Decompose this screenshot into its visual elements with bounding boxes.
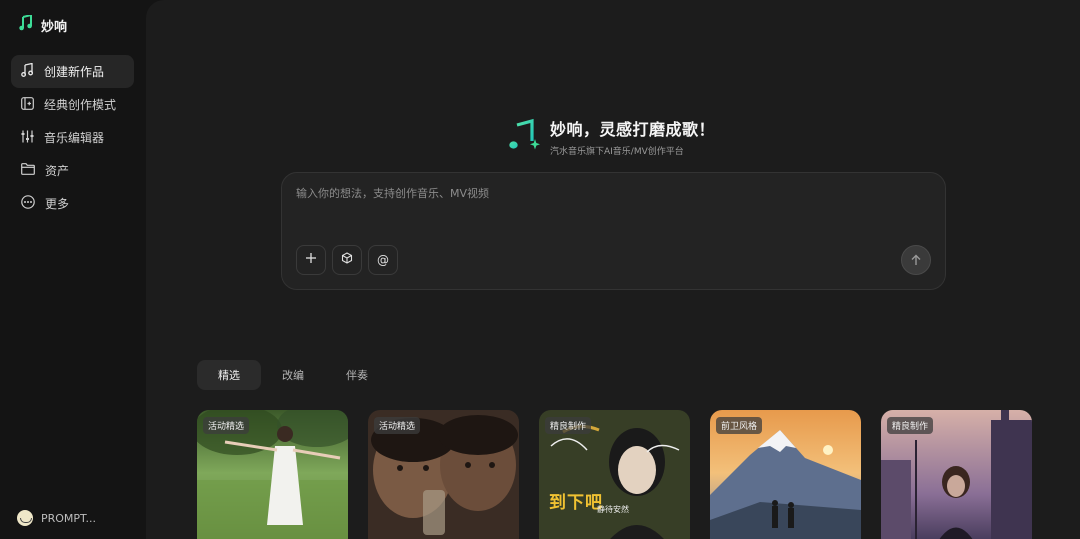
- sidebar-item-label: 更多: [45, 197, 70, 211]
- add-button[interactable]: [296, 245, 326, 275]
- poster-subtitle: 静待安然: [597, 505, 629, 514]
- mention-button[interactable]: @: [368, 245, 398, 275]
- template-card[interactable]: 活动精选: [197, 410, 348, 539]
- sidebar: 妙响 创建新作品 经典创作模式 音乐编辑器 资产 更多 PROMPT...: [0, 0, 146, 539]
- folder-icon: [21, 163, 35, 178]
- hero-subtitle: 汽水音乐旗下AI音乐/MV创作平台: [550, 147, 684, 157]
- template-card[interactable]: 到下吧 静待安然 精良制作: [539, 410, 690, 539]
- sidebar-item-label: 资产: [45, 164, 70, 178]
- avatar: [17, 510, 33, 526]
- user-profile[interactable]: PROMPT...: [17, 510, 96, 526]
- sidebar-item-music-editor[interactable]: 音乐编辑器: [11, 121, 134, 154]
- card-tag: 精良制作: [545, 417, 592, 434]
- sidebar-item-label: 经典创作模式: [44, 98, 117, 112]
- brand-name: 妙响: [41, 19, 68, 35]
- sidebar-item-label: 创建新作品: [44, 65, 105, 79]
- tab-featured[interactable]: 精选: [197, 360, 261, 390]
- category-tabs: 精选 改编 伴奏: [197, 360, 389, 390]
- sidebar-item-assets[interactable]: 资产: [11, 154, 134, 187]
- plus-icon: [305, 252, 317, 268]
- more-circle-icon: [21, 195, 35, 212]
- arrow-up-icon: [910, 251, 922, 270]
- hero: 妙响，灵感打磨成歌！ 汽水音乐旗下AI音乐/MV创作平台: [506, 116, 715, 157]
- sliders-icon: [21, 130, 34, 146]
- sidebar-item-label: 音乐编辑器: [44, 131, 105, 145]
- model-button[interactable]: [332, 245, 362, 275]
- main-panel: 妙响，灵感打磨成歌！ 汽水音乐旗下AI音乐/MV创作平台 @ 精选 改编 伴奏: [146, 0, 1080, 539]
- tab-accompaniment[interactable]: 伴奏: [325, 360, 389, 390]
- template-card[interactable]: 精良制作: [881, 410, 1032, 539]
- sidebar-nav: 创建新作品 经典创作模式 音乐编辑器 资产 更多: [11, 55, 134, 220]
- send-button[interactable]: [901, 245, 931, 275]
- user-name: PROMPT...: [41, 511, 96, 525]
- cube-icon: [341, 252, 353, 268]
- sidebar-item-classic-mode[interactable]: 经典创作模式: [11, 88, 134, 121]
- card-tag: 活动精选: [203, 417, 250, 434]
- template-card[interactable]: 活动精选: [368, 410, 519, 539]
- template-card[interactable]: 前卫风格: [710, 410, 861, 539]
- card-tag: 精良制作: [887, 417, 934, 434]
- music-note-icon: [21, 62, 34, 80]
- at-icon: @: [377, 253, 389, 267]
- prompt-input[interactable]: [296, 187, 896, 200]
- brand[interactable]: 妙响: [19, 13, 68, 35]
- hero-title: 妙响，灵感打磨成歌！: [550, 120, 716, 139]
- prompt-box: @: [281, 172, 946, 290]
- sidebar-item-create[interactable]: 创建新作品: [11, 55, 134, 88]
- music-note-logo-icon: [19, 13, 33, 35]
- poster-title: 到下吧: [549, 493, 603, 513]
- panel-plus-icon: [21, 96, 34, 113]
- tab-adaptation[interactable]: 改编: [261, 360, 325, 390]
- sidebar-item-more[interactable]: 更多: [11, 187, 134, 220]
- music-sparkle-logo-icon: [506, 117, 542, 157]
- card-tag: 前卫风格: [716, 417, 763, 434]
- card-tag: 活动精选: [374, 417, 421, 434]
